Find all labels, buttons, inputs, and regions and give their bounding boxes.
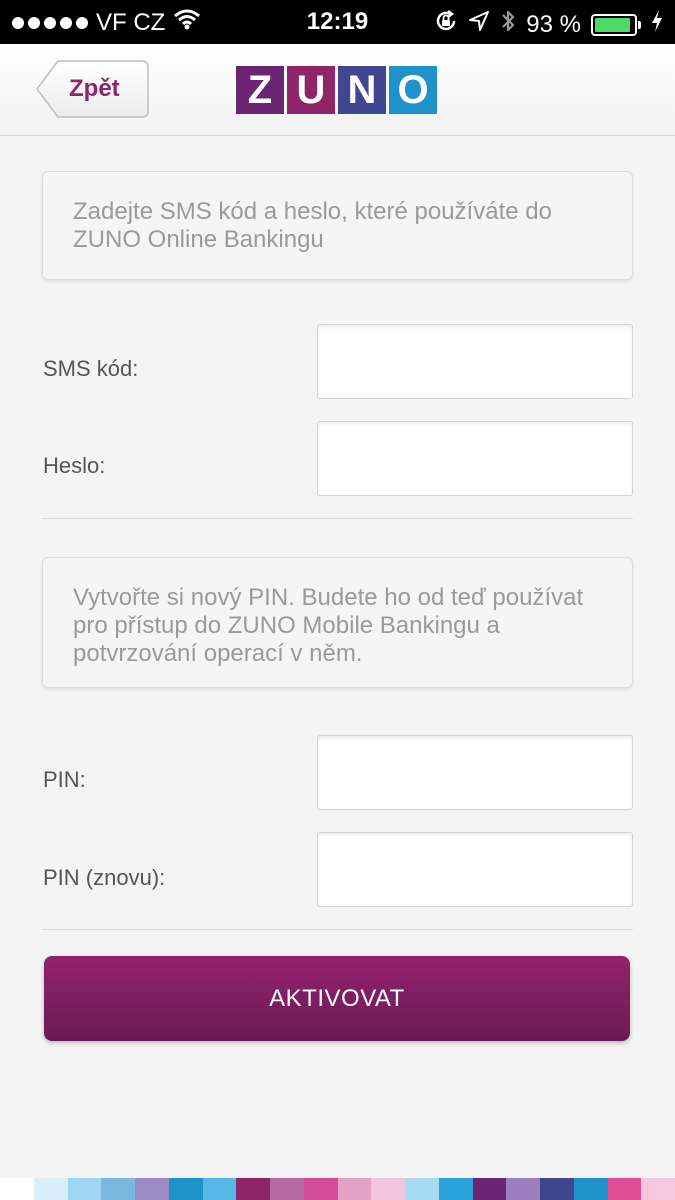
pin-repeat-label: PIN (znovu):	[43, 865, 166, 890]
color-stripe	[168, 1178, 203, 1200]
logo-letter-z: Z	[236, 66, 284, 114]
status-bar: VF CZ 12:19 93 %	[0, 0, 675, 44]
pin-repeat-input[interactable]	[317, 832, 633, 907]
pin-info-box: Vytvořte si nový PIN. Budete ho od teď p…	[42, 557, 633, 688]
color-stripe	[202, 1178, 237, 1200]
location-icon	[468, 10, 490, 39]
zuno-logo: Z U N O	[236, 66, 437, 114]
sms-code-input[interactable]	[317, 324, 633, 399]
color-stripe	[573, 1178, 608, 1200]
logo-letter-n: N	[338, 66, 386, 114]
pin-input[interactable]	[317, 735, 633, 810]
color-stripe	[472, 1178, 507, 1200]
color-stripe	[236, 1178, 270, 1200]
pin-info-text: Vytvořte si nový PIN. Budete ho od teď p…	[73, 584, 584, 667]
color-stripe	[506, 1178, 540, 1200]
color-stripe	[371, 1178, 405, 1200]
sms-code-label: SMS kód:	[43, 356, 139, 381]
color-stripe	[303, 1178, 338, 1200]
color-stripe	[337, 1178, 372, 1200]
color-stripe	[67, 1178, 102, 1200]
color-stripe	[101, 1178, 135, 1200]
back-button[interactable]: Zpět	[36, 60, 149, 118]
color-stripe	[540, 1178, 574, 1200]
bluetooth-icon	[500, 8, 516, 41]
activate-button[interactable]: AKTIVOVAT	[44, 956, 630, 1041]
rotation-lock-icon	[434, 9, 458, 40]
pin-label: PIN:	[43, 767, 86, 792]
logo-letter-o: O	[389, 66, 437, 114]
battery-percent: 93 %	[526, 10, 581, 38]
battery-icon	[591, 13, 641, 36]
intro-info-box: Zadejte SMS kód a heslo, které používáte…	[42, 171, 633, 280]
back-button-label: Zpět	[69, 75, 120, 102]
decorative-color-strip	[0, 1178, 675, 1200]
section-divider	[42, 518, 633, 519]
logo-letter-u: U	[287, 66, 335, 114]
color-stripe	[405, 1178, 439, 1200]
password-input[interactable]	[317, 421, 633, 496]
section-divider-bottom	[42, 929, 633, 930]
nav-bar: Zpět Z U N O	[0, 44, 675, 136]
intro-text: Zadejte SMS kód a heslo, které používáte…	[73, 198, 552, 253]
color-stripe	[270, 1178, 304, 1200]
color-stripe	[438, 1178, 473, 1200]
color-stripe	[0, 1178, 34, 1200]
charging-icon	[651, 9, 663, 40]
color-stripe	[641, 1178, 675, 1200]
password-label: Heslo:	[43, 453, 106, 478]
color-stripe	[607, 1178, 642, 1200]
color-stripe	[135, 1178, 169, 1200]
color-stripe	[33, 1178, 68, 1200]
status-right: 93 %	[434, 8, 663, 41]
